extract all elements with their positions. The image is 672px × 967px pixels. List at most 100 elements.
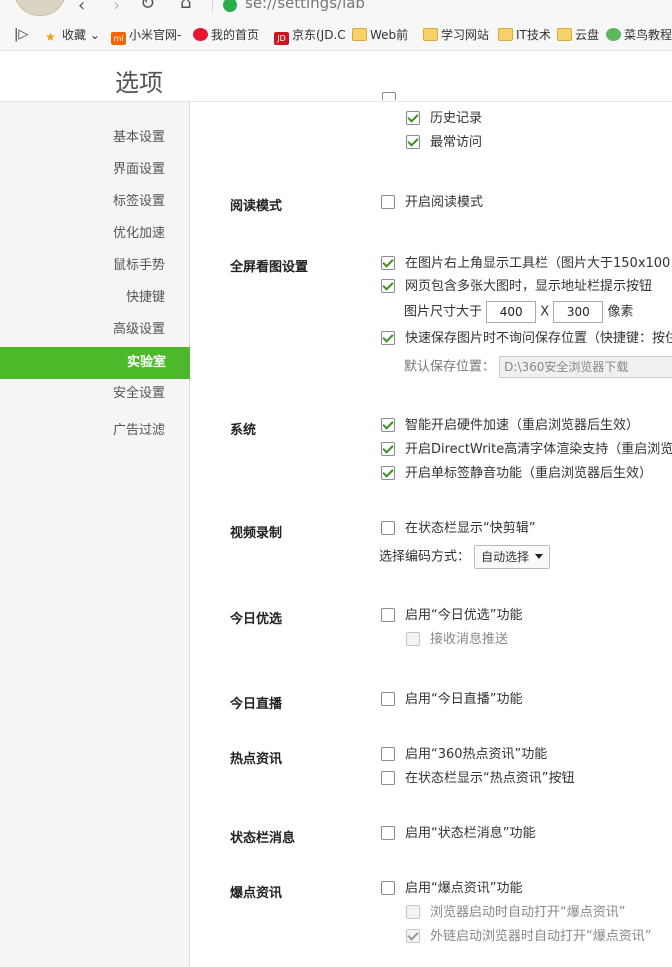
checkbox-disabled[interactable] bbox=[406, 905, 420, 919]
save-location-row: 默认保存位置： D:\360安全浏览器下载 bbox=[404, 356, 672, 378]
home-icon[interactable]: ⌂ bbox=[180, 0, 191, 13]
checkbox-checked[interactable] bbox=[381, 331, 395, 345]
sidebar-item-tabs[interactable]: 标签设置 bbox=[113, 192, 165, 212]
checkbox-checked[interactable] bbox=[381, 256, 395, 270]
option-addressbar-hint[interactable]: 网页包含多张大图时，显示地址栏提示按钮 bbox=[381, 277, 652, 297]
option-hot-news-button[interactable]: 在状态栏显示“热点资讯”按钮 bbox=[381, 769, 574, 789]
section-burst-news: 爆点资讯 bbox=[230, 886, 283, 901]
section-hot-news: 热点资讯 bbox=[230, 752, 283, 767]
page-header: 选项 bbox=[0, 51, 672, 102]
forward-icon[interactable]: › bbox=[113, 0, 120, 16]
checkbox[interactable] bbox=[381, 608, 395, 622]
folder-icon bbox=[423, 28, 438, 41]
partial-option bbox=[382, 90, 406, 100]
option-quick-save[interactable]: 快速保存图片时不询问保存位置（快捷键：按住 bbox=[381, 329, 672, 349]
sidebar-item-basic[interactable]: 基本设置 bbox=[113, 128, 165, 148]
bookmark-weibo[interactable]: 我的首页 bbox=[193, 26, 259, 44]
checkbox[interactable] bbox=[381, 747, 395, 761]
bookmarks-bar: |▷ ★ 收藏 ⌄ mi 小米官网- 我的首页 JD 京东(JD.C Web前 学习网… bbox=[0, 22, 672, 48]
option-image-toolbar[interactable]: 在图片右上角显示工具栏（图片大于150x100 bbox=[381, 254, 670, 274]
back-icon[interactable]: ‹ bbox=[78, 0, 85, 16]
bookmark-folder-web[interactable]: Web前 bbox=[352, 26, 408, 44]
option-burst-on-external-link[interactable]: 外链启动浏览器时自动打开“爆点资讯” bbox=[406, 927, 651, 947]
option-most-visited[interactable]: 最常访问 bbox=[406, 133, 482, 153]
codec-row: 选择编码方式： 自动选择 bbox=[379, 545, 551, 569]
avatar[interactable] bbox=[14, 0, 66, 16]
codec-select[interactable]: 自动选择 bbox=[474, 545, 551, 569]
checkbox-disabled[interactable] bbox=[406, 632, 420, 646]
save-path-field[interactable]: D:\360安全浏览器下载 bbox=[499, 356, 672, 378]
option-burst-news[interactable]: 启用“爆点资讯”功能 bbox=[381, 879, 522, 899]
sidebar-item-optimize[interactable]: 优化加速 bbox=[113, 224, 165, 244]
folder-icon bbox=[352, 28, 367, 41]
section-system: 系统 bbox=[230, 423, 257, 438]
bookmark-folder-study[interactable]: 学习网站 bbox=[423, 26, 489, 44]
chevron-down-icon bbox=[535, 554, 544, 559]
section-today-live: 今日直播 bbox=[230, 697, 283, 712]
browser-chrome: ‹ › ↻ ⌂ se://settings/lab |▷ ★ 收藏 ⌄ mi 小米官… bbox=[0, 0, 672, 51]
checkbox-checked[interactable] bbox=[381, 279, 395, 293]
option-today-live[interactable]: 启用“今日直播”功能 bbox=[381, 690, 522, 710]
settings-sidebar: 基本设置 界面设置 标签设置 优化加速 鼠标手势 快捷键 高级设置 实验室 安全… bbox=[0, 102, 190, 967]
bookmark-runoob[interactable]: 菜鸟教程 bbox=[606, 26, 672, 44]
section-reading-mode: 阅读模式 bbox=[230, 199, 283, 214]
address-bar[interactable]: se://settings/lab bbox=[212, 0, 672, 12]
checkbox[interactable] bbox=[381, 881, 395, 895]
folder-icon bbox=[557, 28, 572, 41]
bookmark-jd[interactable]: JD 京东(JD.C bbox=[274, 26, 346, 45]
sidebar-item-advanced[interactable]: 高级设置 bbox=[113, 320, 165, 340]
option-history[interactable]: 历史记录 bbox=[406, 109, 482, 129]
checkbox[interactable] bbox=[381, 692, 395, 706]
section-video-recording: 视频录制 bbox=[230, 526, 283, 541]
section-fullscreen-image: 全屏看图设置 bbox=[230, 260, 309, 275]
checkbox[interactable] bbox=[382, 92, 396, 100]
sidebar-item-lab[interactable]: 实验室 bbox=[0, 347, 190, 379]
image-height-input[interactable]: 300 bbox=[553, 301, 604, 323]
refresh-icon[interactable]: ↻ bbox=[140, 0, 155, 14]
weibo-icon bbox=[193, 28, 208, 41]
checkbox-checked[interactable] bbox=[381, 418, 395, 432]
sidebar-item-shortcuts[interactable]: 快捷键 bbox=[126, 288, 165, 308]
nav-row: ‹ › ↻ ⌂ se://settings/lab bbox=[0, 0, 672, 20]
bookmark-folder-cloud[interactable]: 云盘 bbox=[557, 26, 599, 44]
image-width-input[interactable]: 400 bbox=[486, 301, 537, 323]
checkbox[interactable] bbox=[381, 826, 395, 840]
checkbox[interactable] bbox=[381, 771, 395, 785]
option-hardware-accel[interactable]: 智能开启硬件加速（重启浏览器后生效） bbox=[381, 416, 639, 436]
option-reading-mode[interactable]: 开启阅读模式 bbox=[381, 193, 483, 213]
mi-icon: mi bbox=[111, 32, 126, 45]
checkbox-checked[interactable] bbox=[406, 111, 420, 125]
jd-icon: JD bbox=[274, 32, 289, 45]
option-tab-mute[interactable]: 开启单标签静音功能（重启浏览器后生效） bbox=[381, 464, 652, 484]
bookmark-mi[interactable]: mi 小米官网- bbox=[111, 26, 181, 45]
option-directwrite[interactable]: 开启DirectWrite高清字体渲染支持（重启浏览 bbox=[381, 440, 672, 460]
sidebar-item-gestures[interactable]: 鼠标手势 bbox=[113, 256, 165, 276]
sidebar-toggle-icon[interactable]: |▷ bbox=[14, 26, 28, 44]
bookmark-folder-it[interactable]: IT技术 bbox=[498, 26, 551, 44]
bookmark-favorites[interactable]: ★ 收藏 ⌄ bbox=[45, 26, 100, 44]
url-text[interactable]: se://settings/lab bbox=[245, 0, 365, 12]
sidebar-item-security[interactable]: 安全设置 bbox=[113, 384, 165, 404]
option-quick-clip[interactable]: 在状态栏显示“快剪辑” bbox=[381, 519, 535, 539]
image-size-row: 图片尺寸大于 400 X 300 像素 bbox=[404, 301, 634, 323]
option-burst-on-startup[interactable]: 浏览器启动时自动打开“爆点资讯” bbox=[406, 903, 625, 923]
star-icon: ★ bbox=[45, 30, 56, 44]
option-statusbar-msg[interactable]: 启用“状态栏消息”功能 bbox=[381, 824, 535, 844]
option-today-pick[interactable]: 启用“今日优选”功能 bbox=[381, 606, 522, 626]
checkbox-checked[interactable] bbox=[381, 442, 395, 456]
section-today-pick: 今日优选 bbox=[230, 612, 283, 627]
runoob-icon bbox=[606, 28, 621, 41]
option-push-messages[interactable]: 接收消息推送 bbox=[406, 630, 508, 650]
sidebar-item-label: 实验室 bbox=[126, 355, 166, 370]
page-title: 选项 bbox=[115, 69, 163, 97]
checkbox[interactable] bbox=[381, 195, 395, 209]
sidebar-item-interface[interactable]: 界面设置 bbox=[113, 160, 165, 180]
checkbox-disabled-checked[interactable] bbox=[406, 929, 420, 943]
folder-icon bbox=[498, 28, 513, 41]
secure-icon bbox=[223, 0, 237, 12]
option-hot-news[interactable]: 启用“360热点资讯”功能 bbox=[381, 745, 547, 765]
checkbox-checked[interactable] bbox=[406, 135, 420, 149]
checkbox[interactable] bbox=[381, 521, 395, 535]
sidebar-item-adblock[interactable]: 广告过滤 bbox=[113, 421, 165, 441]
checkbox-checked[interactable] bbox=[381, 466, 395, 480]
